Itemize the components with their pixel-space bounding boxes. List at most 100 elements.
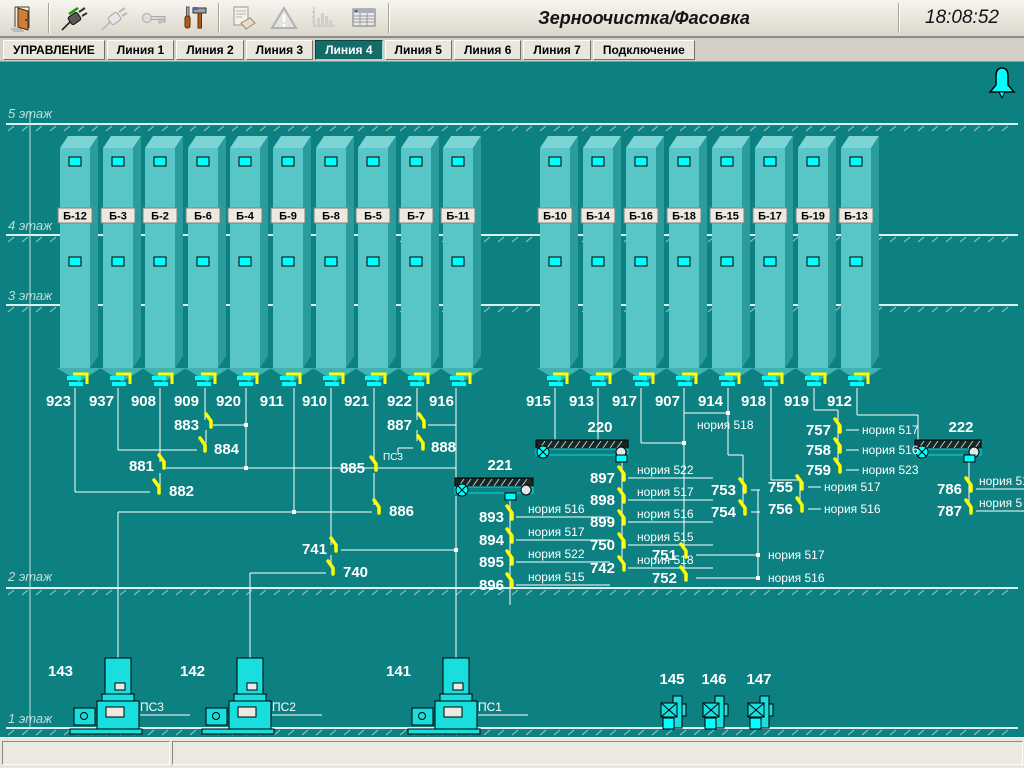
valve-882[interactable] (154, 480, 159, 493)
valve-759[interactable] (835, 459, 840, 472)
disconnect-plug-button[interactable] (94, 2, 134, 34)
machine-collar (102, 694, 134, 701)
valve-label: 758 (806, 442, 831, 459)
bin-right-3[interactable] (624, 136, 664, 368)
bin-left-7[interactable] (314, 136, 354, 368)
tab-4[interactable]: Линия 4 (315, 40, 382, 60)
report-document-button[interactable] (224, 2, 264, 34)
bin-left-5[interactable] (228, 136, 268, 368)
aspirator-146[interactable] (703, 696, 728, 729)
valve-884[interactable] (200, 438, 205, 451)
floor-hatch (862, 730, 868, 735)
discharge-gate[interactable] (616, 455, 627, 462)
valve-label: 885 (340, 460, 365, 477)
floor-hatch (372, 126, 378, 131)
valve-label: 895 (479, 554, 504, 571)
floor-hatch (512, 126, 518, 131)
alarm-warning-button[interactable] (264, 2, 304, 34)
valve-886[interactable] (374, 500, 379, 513)
bin-left-8[interactable] (356, 136, 396, 368)
trend-chart-button[interactable] (304, 2, 344, 34)
valve-883[interactable] (206, 414, 211, 427)
bin-right-1[interactable] (538, 136, 578, 368)
bin-side-face (656, 136, 664, 368)
floor-hatch (92, 126, 98, 131)
access-key-button[interactable] (134, 2, 174, 34)
bin-left-3[interactable] (143, 136, 183, 368)
discharge-gate[interactable] (505, 493, 516, 500)
floor-hatch (876, 590, 882, 595)
valve-label: 759 (806, 462, 831, 479)
alarm-bell-icon[interactable] (990, 68, 1014, 98)
valve-756[interactable] (797, 498, 802, 511)
tab-1[interactable]: Линия 1 (107, 40, 174, 60)
bin-right-4[interactable] (667, 136, 707, 368)
valve-741[interactable] (331, 538, 336, 551)
conveyor-220[interactable] (536, 440, 628, 458)
route-dest-label: нория 516 (768, 571, 825, 585)
bin-left-1[interactable] (58, 136, 98, 368)
bin-right-7[interactable] (796, 136, 836, 368)
valve-752[interactable] (681, 567, 686, 580)
valve-742[interactable] (619, 557, 624, 570)
valve-888[interactable] (418, 436, 423, 449)
valve-887[interactable] (419, 414, 424, 427)
bin-left-4[interactable] (186, 136, 226, 368)
packing-machine-ПС3[interactable] (70, 658, 142, 734)
conveyor-221[interactable] (455, 478, 533, 496)
machine-name: ПС3 (140, 700, 164, 714)
floor-hatch (988, 730, 994, 735)
bin-right-5[interactable] (710, 136, 750, 368)
floor-hatch (36, 730, 42, 735)
floor-hatch (386, 126, 392, 131)
bin-right-6[interactable] (753, 136, 793, 368)
bin-right-8[interactable] (839, 136, 879, 368)
packing-machine-ПС2[interactable] (202, 658, 274, 734)
tab-2[interactable]: Линия 2 (176, 40, 243, 60)
bin-left-9[interactable] (399, 136, 439, 368)
exit-door-button[interactable] (4, 2, 44, 34)
outlet-gate-bar (678, 382, 692, 386)
bin-right-2[interactable] (581, 136, 621, 368)
tab-6[interactable]: Линия 6 (454, 40, 521, 60)
tab-5[interactable]: Линия 5 (385, 40, 452, 60)
valve-754[interactable] (740, 501, 745, 514)
service-tools-button[interactable] (174, 2, 214, 34)
floor-hatch (904, 126, 910, 131)
discharge-gate[interactable] (964, 455, 975, 462)
floor-hatch (316, 126, 322, 131)
valve-label: 897 (590, 470, 615, 487)
outlet-gate-bar (805, 376, 819, 380)
outlet-gate-bar (452, 382, 466, 386)
floor-hatch (134, 126, 140, 131)
tab-8[interactable]: Подключение (593, 40, 695, 60)
pipe-junction (682, 441, 686, 445)
bin-left-10[interactable] (441, 136, 481, 368)
bin-left-2[interactable] (101, 136, 141, 368)
floor-hatch (638, 126, 644, 131)
machine-motor (74, 708, 95, 725)
tab-7[interactable]: Линия 7 (523, 40, 590, 60)
tab-0[interactable]: УПРАВЛЕНИЕ (3, 40, 105, 60)
log-table-button[interactable] (344, 2, 384, 34)
tab-3[interactable]: Линия 3 (246, 40, 313, 60)
packing-machine-ПС1[interactable] (408, 658, 480, 734)
outlet-gate-bar (67, 376, 81, 380)
aspirator-147[interactable] (748, 696, 773, 729)
bin-side-face (218, 136, 226, 368)
floor-hatch (554, 730, 560, 735)
valve-740[interactable] (328, 561, 333, 574)
bin-sensor-upper (678, 157, 690, 166)
floor-hatch (386, 590, 392, 595)
aspirator-145[interactable] (661, 696, 686, 729)
toolbar-separator (388, 3, 390, 33)
floor-hatch (1002, 590, 1008, 595)
floor-hatch (176, 126, 182, 131)
bin-side-face (742, 136, 750, 368)
bin-name: Б-17 (758, 211, 782, 223)
bin-outlet-number: 937 (89, 393, 114, 410)
connect-plug-button[interactable] (54, 2, 94, 34)
floor-hatch (176, 730, 182, 735)
bin-left-6[interactable] (271, 136, 311, 368)
valve-787[interactable] (966, 500, 971, 513)
